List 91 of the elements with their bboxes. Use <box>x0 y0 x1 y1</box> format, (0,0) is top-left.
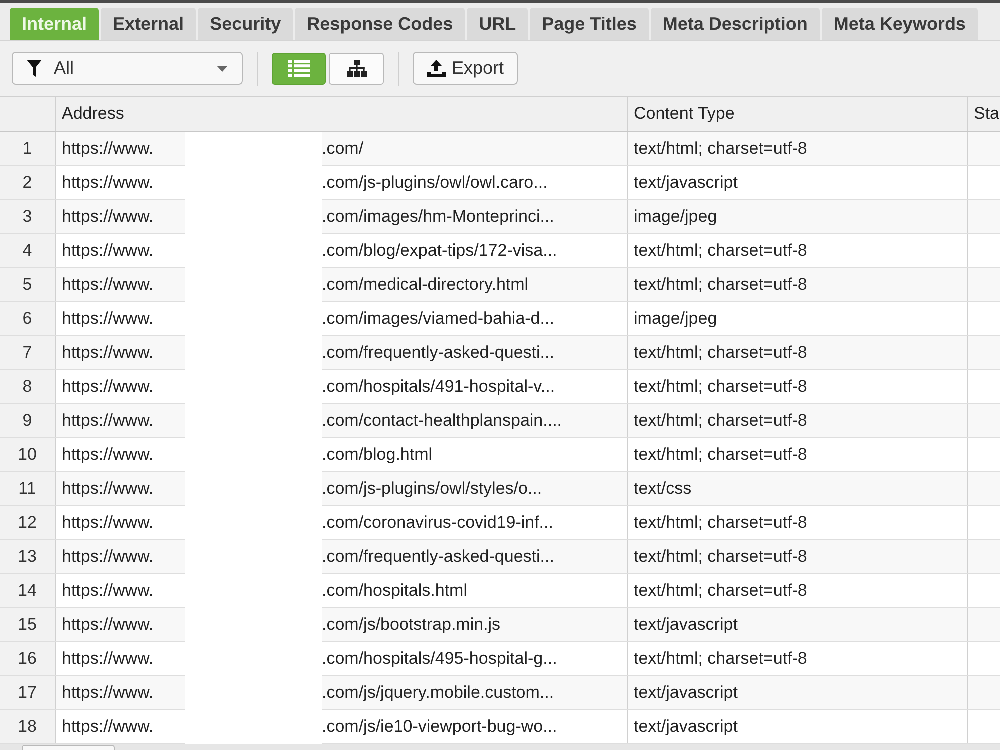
url-prefix: https://www. <box>62 274 154 294</box>
export-button[interactable]: Export <box>413 52 518 85</box>
url-prefix: https://www. <box>62 240 154 260</box>
url-path: .com/medical-directory.html <box>322 274 529 296</box>
url-path: .com/js/jquery.mobile.custom... <box>322 682 554 704</box>
row-number: 7 <box>22 342 32 364</box>
url-prefix: https://www. <box>62 512 154 532</box>
row-number: 9 <box>22 410 32 432</box>
url-path: .com/images/hm-Monteprinci... <box>322 206 554 228</box>
list-icon <box>288 60 310 77</box>
url-prefix: https://www. <box>62 580 154 600</box>
caret-down-icon <box>217 66 228 72</box>
url-prefix: https://www. <box>62 478 154 498</box>
filter-dropdown[interactable]: All <box>12 52 243 85</box>
table-cell-text: text/html; charset=utf-8 <box>634 342 808 364</box>
row-number: 10 <box>18 444 37 466</box>
url-path: .com/blog.html <box>322 444 433 466</box>
table-cell-text: text/javascript <box>634 172 738 194</box>
row-number: 4 <box>22 240 32 262</box>
table-cell-text: text/html; charset=utf-8 <box>634 580 808 602</box>
url-prefix: https://www. <box>62 342 154 362</box>
row-number: 5 <box>22 274 32 296</box>
table-cell-text: text/javascript <box>634 614 738 636</box>
url-path: .com/frequently-asked-questi... <box>322 342 554 364</box>
row-number: 8 <box>22 376 32 398</box>
url-path: .com/js/bootstrap.min.js <box>322 614 501 636</box>
tree-view-button[interactable] <box>329 52 384 84</box>
row-number: 14 <box>18 580 37 602</box>
table-cell-text: text/html; charset=utf-8 <box>634 410 808 432</box>
table-cell-text: text/css <box>634 478 692 500</box>
url-path: .com/coronavirus-covid19-inf... <box>322 512 554 534</box>
row-number: 18 <box>18 716 37 738</box>
row-number: 3 <box>22 206 32 228</box>
table-cell-text: text/javascript <box>634 682 738 704</box>
url-path: .com/hospitals/495-hospital-g... <box>322 648 558 670</box>
tab[interactable]: Page Titles <box>530 8 649 40</box>
url-path: .com/hospitals.html <box>322 580 468 602</box>
table-cell-text: text/html; charset=utf-8 <box>634 546 808 568</box>
url-path: .com/ <box>322 138 364 160</box>
row-number: 11 <box>18 478 36 500</box>
url-prefix: https://www. <box>62 172 154 192</box>
row-number: 17 <box>18 682 37 704</box>
url-prefix: https://www. <box>62 614 154 634</box>
row-number: 13 <box>18 546 37 568</box>
tab[interactable]: Meta Keywords <box>822 8 978 40</box>
url-path: .com/js/ie10-viewport-bug-wo... <box>322 716 558 738</box>
tab[interactable]: Security <box>198 8 294 40</box>
row-number: 1 <box>22 138 32 160</box>
url-prefix: https://www. <box>62 546 154 566</box>
table-cell-text: text/javascript <box>634 716 738 738</box>
tree-icon <box>346 60 366 77</box>
column-header[interactable]: Address <box>62 101 124 127</box>
filter-icon <box>27 60 42 77</box>
url-path: .com/contact-healthplanspain.... <box>322 410 562 432</box>
table-cell-text: image/jpeg <box>634 206 718 228</box>
row-number: 16 <box>18 648 37 670</box>
tab[interactable]: External <box>101 8 196 40</box>
table-cell-text: text/html; charset=utf-8 <box>634 512 808 534</box>
url-path: .com/js-plugins/owl/styles/o... <box>322 478 542 500</box>
column-header[interactable]: Sta <box>974 101 1000 127</box>
url-prefix: https://www. <box>62 410 154 430</box>
tab[interactable]: URL <box>467 8 528 40</box>
row-number: 12 <box>18 512 37 534</box>
url-prefix: https://www. <box>62 682 154 702</box>
tab[interactable]: Meta Description <box>650 8 820 40</box>
table-cell-text: text/html; charset=utf-8 <box>634 138 808 160</box>
url-prefix: https://www. <box>62 138 154 158</box>
table-cell-text: text/html; charset=utf-8 <box>634 240 808 262</box>
scrollbar-thumb[interactable] <box>22 745 115 750</box>
table-cell-text: text/html; charset=utf-8 <box>634 648 808 670</box>
table-cell-text: text/html; charset=utf-8 <box>634 444 808 466</box>
url-prefix: https://www. <box>62 206 154 226</box>
table-cell-text: image/jpeg <box>634 308 718 330</box>
upload-icon <box>427 60 446 77</box>
url-prefix: https://www. <box>62 648 154 668</box>
url-prefix: https://www. <box>62 716 154 736</box>
url-prefix: https://www. <box>62 444 154 464</box>
row-number: 2 <box>22 172 32 194</box>
url-prefix: https://www. <box>62 308 154 328</box>
url-prefix: https://www. <box>62 376 154 396</box>
table-cell-text: text/html; charset=utf-8 <box>634 274 808 296</box>
url-path: .com/js-plugins/owl/owl.caro... <box>322 172 548 194</box>
url-path: .com/hospitals/491-hospital-v... <box>322 376 556 398</box>
column-header[interactable]: Content Type <box>634 101 735 127</box>
tab[interactable]: Response Codes <box>295 8 466 40</box>
url-path: .com/frequently-asked-questi... <box>322 546 554 568</box>
row-number: 15 <box>18 614 37 636</box>
table-cell-text: text/html; charset=utf-8 <box>634 376 808 398</box>
url-path: .com/images/viamed-bahia-d... <box>322 308 554 330</box>
row-number: 6 <box>22 308 32 330</box>
url-path: .com/blog/expat-tips/172-visa... <box>322 240 558 262</box>
